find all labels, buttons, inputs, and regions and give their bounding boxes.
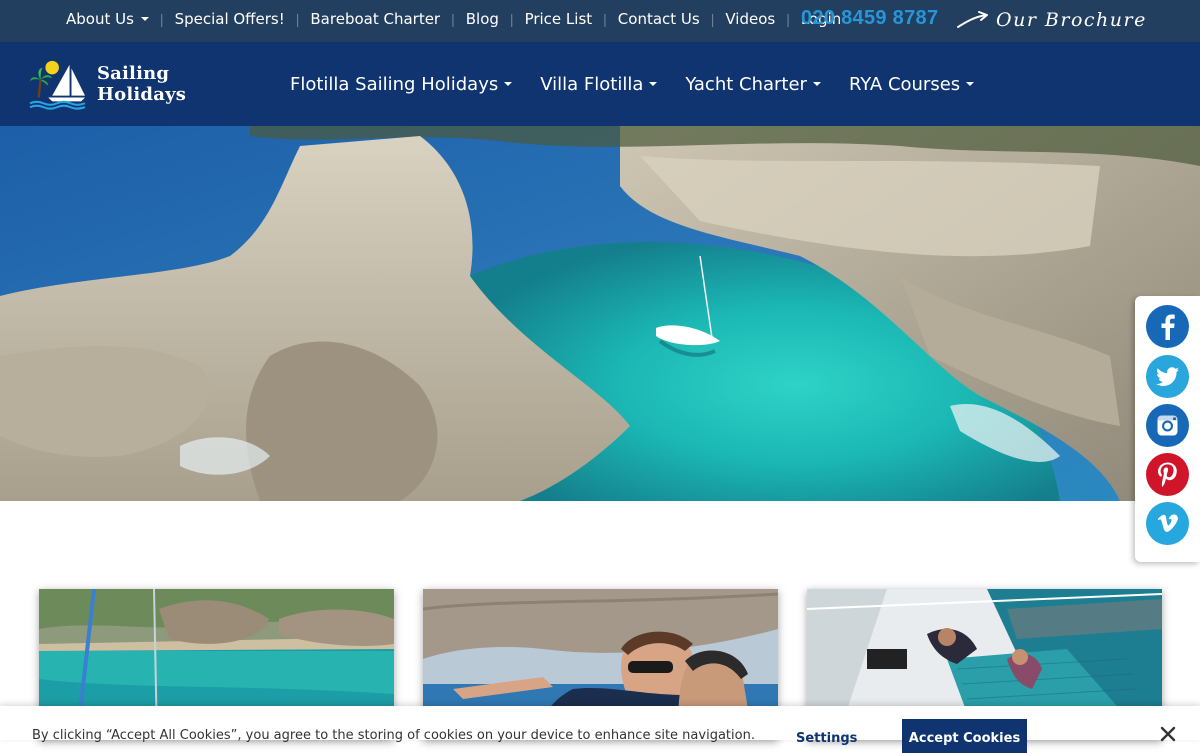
nav-label: Villa Flotilla [540, 73, 644, 95]
brochure-label: Our Brochure [996, 9, 1147, 31]
topnav-about-us[interactable]: About Us [66, 10, 149, 28]
topnav-label: About Us [66, 10, 134, 28]
brochure-link[interactable]: Our Brochure [956, 6, 1147, 34]
topnav-bareboat-charter[interactable]: Bareboat Charter [310, 10, 440, 28]
topnav-special-offers[interactable]: Special Offers! [175, 10, 285, 28]
divider: | [295, 11, 300, 27]
cookie-banner: By clicking “Accept All Cookies”, you ag… [0, 706, 1200, 753]
topnav-blog[interactable]: Blog [466, 10, 499, 28]
site-name: Sailing Holidays [96, 63, 187, 105]
caret-down-icon [504, 82, 513, 86]
nav-label: Flotilla Sailing Holidays [290, 73, 499, 95]
cove-illustration [0, 126, 1200, 501]
cookie-message: By clicking “Accept All Cookies”, you ag… [32, 728, 755, 743]
nav-flotilla-sailing-holidays[interactable]: Flotilla Sailing Holidays [290, 73, 513, 95]
pinterest-icon[interactable] [1146, 453, 1189, 496]
accept-cookies-button[interactable]: Accept Cookies [902, 719, 1027, 753]
social-sidebar [1135, 296, 1200, 562]
divider: | [509, 11, 514, 27]
phone-number-link[interactable]: 020 8459 8787 [801, 7, 938, 30]
facebook-icon[interactable] [1146, 305, 1189, 348]
top-bar: About Us | Special Offers! | Bareboat Ch… [0, 0, 1200, 42]
topnav-videos[interactable]: Videos [725, 10, 775, 28]
caret-down-icon [966, 82, 975, 86]
vimeo-icon[interactable] [1146, 502, 1189, 545]
divider: | [451, 11, 455, 27]
instagram-icon[interactable] [1146, 404, 1189, 447]
caret-down-icon [140, 17, 149, 21]
nav-label: Yacht Charter [685, 73, 807, 95]
nav-yacht-charter[interactable]: Yacht Charter [685, 74, 821, 95]
cookie-settings-button[interactable]: Settings [796, 731, 857, 746]
top-navigation: About Us | Special Offers! | Bareboat Ch… [66, 0, 841, 38]
site-logo[interactable]: Sailing Holidays [29, 56, 259, 112]
close-icon[interactable] [1158, 724, 1178, 744]
arrow-icon [957, 11, 988, 28]
hero-image [0, 126, 1200, 501]
divider: | [603, 11, 607, 27]
topnav-price-list[interactable]: Price List [525, 10, 593, 28]
nav-villa-flotilla[interactable]: Villa Flotilla [540, 73, 658, 95]
nav-label: RYA Courses [848, 73, 961, 95]
topnav-contact-us[interactable]: Contact Us [618, 10, 700, 28]
divider: | [159, 11, 164, 27]
twitter-icon[interactable] [1146, 355, 1189, 398]
divider: | [710, 11, 715, 27]
nav-rya-courses[interactable]: RYA Courses [848, 73, 975, 95]
main-navigation-bar: Sailing Holidays Flotilla Sailing Holida… [0, 42, 1200, 126]
divider: | [786, 11, 790, 27]
main-navigation: Flotilla Sailing Holidays Villa Flotilla… [290, 42, 1002, 126]
caret-down-icon [812, 82, 821, 86]
caret-down-icon [649, 82, 658, 86]
sailboat-palm-logo-icon [29, 60, 86, 110]
